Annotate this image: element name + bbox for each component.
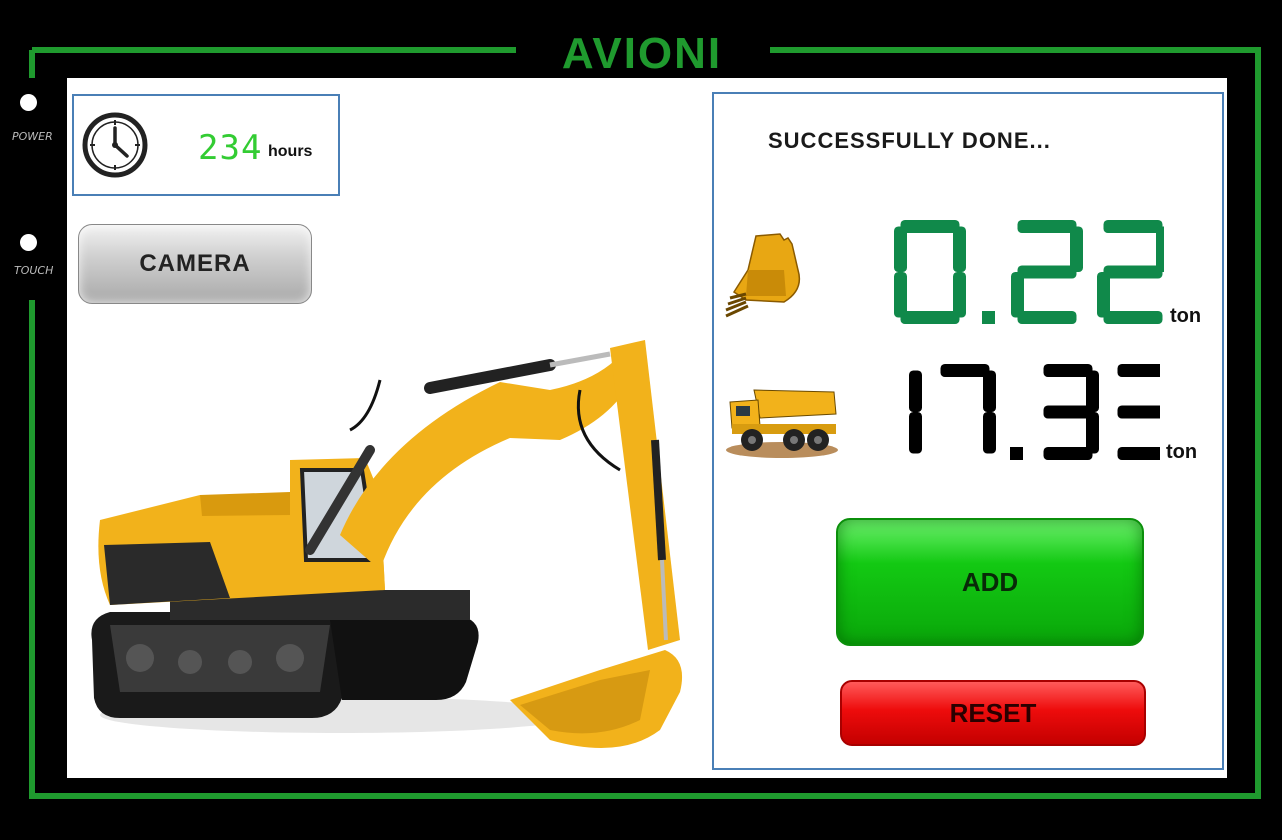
segment (1103, 220, 1163, 233)
segment (1043, 447, 1093, 460)
segment (1117, 405, 1160, 419)
excavator-image (91, 340, 683, 748)
decimal-point (982, 311, 995, 324)
segment (1103, 265, 1163, 279)
segment (1156, 226, 1164, 272)
segment (909, 412, 922, 454)
segment (953, 272, 966, 318)
clock-icon (82, 112, 148, 178)
seven-segment-digits (909, 364, 1160, 460)
svg-text:AVIONI: AVIONI (562, 29, 722, 74)
truck-weight-display (909, 364, 1160, 460)
segment (1017, 265, 1077, 279)
segment (894, 272, 907, 318)
truck-unit: ton (1166, 441, 1198, 463)
decimal-point (1010, 447, 1023, 460)
segment (900, 311, 960, 324)
segment (1043, 405, 1093, 419)
segment (1097, 272, 1110, 318)
segment (1043, 364, 1093, 377)
power-label: POWER (12, 130, 53, 143)
segment (983, 412, 996, 454)
power-indicator (20, 94, 37, 111)
segment (953, 226, 966, 272)
segment (1117, 447, 1160, 460)
touch-indicator (20, 234, 37, 251)
brand-logo: AVIONI (562, 29, 722, 74)
segment (1017, 311, 1077, 324)
bucket-icon (725, 233, 801, 318)
touch-label: TOUCH (14, 264, 54, 277)
bucket-weight-display (894, 220, 1164, 324)
segment (1117, 364, 1160, 377)
segment (1011, 272, 1024, 318)
segment (1103, 311, 1163, 324)
segment (894, 226, 907, 272)
reset-button[interactable]: RESET (840, 680, 1146, 746)
segment (1070, 226, 1083, 272)
seven-segment-digits (894, 220, 1164, 324)
segment (1017, 220, 1077, 233)
add-button[interactable]: ADD (836, 518, 1144, 646)
hours-value: 234 (198, 128, 263, 168)
status-message: SUCCESSFULLY DONE... (768, 128, 1051, 153)
hours-unit: hours (268, 143, 313, 160)
segment (983, 370, 996, 412)
segment (940, 364, 990, 377)
segment (909, 370, 922, 412)
bucket-unit: ton (1170, 305, 1202, 327)
dump-truck-icon (726, 389, 838, 458)
camera-button[interactable]: CAMERA (78, 224, 312, 304)
segment (900, 220, 960, 233)
